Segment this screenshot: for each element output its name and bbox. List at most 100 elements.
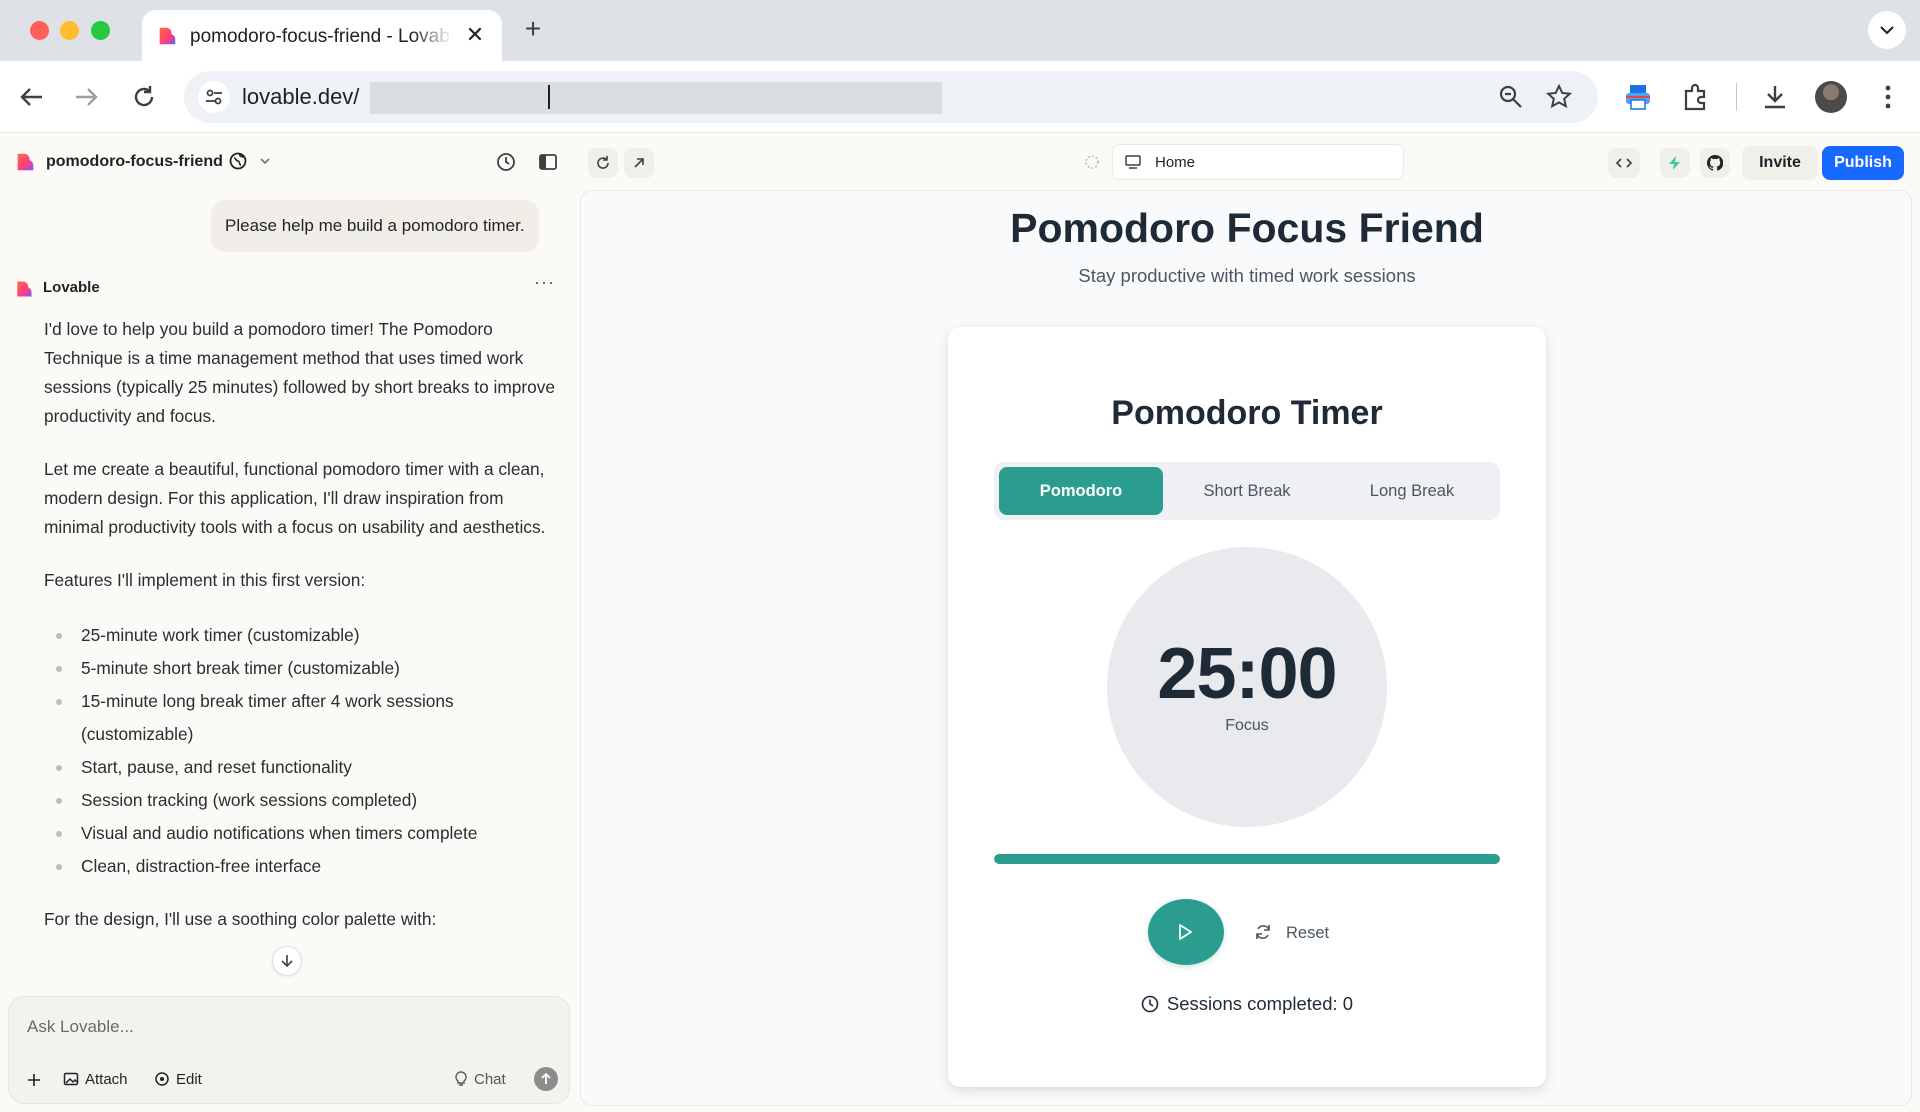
message-paragraph: For the design, I'll use a soothing colo… [44,909,437,929]
kebab-menu-icon[interactable] [1872,81,1904,113]
reset-label: Reset [1286,924,1330,942]
feature-item: 15-minute long break timer after 4 work … [44,685,564,751]
add-button[interactable] [27,1067,47,1093]
tab-short-break[interactable]: Short Break [1165,467,1329,515]
tab-search-button[interactable] [1868,11,1906,49]
reset-button[interactable]: Reset [1254,919,1329,947]
address-bar[interactable]: lovable.dev/ [184,71,1598,123]
new-tab-button[interactable]: + [518,14,548,44]
sidebar-toggle-icon[interactable] [536,150,560,174]
feature-item: Session tracking (work sessions complete… [44,784,564,817]
user-message: Please help me build a pomodoro timer. [211,200,539,252]
back-arrow-icon[interactable] [16,81,48,113]
chat-input[interactable] [27,1013,547,1041]
extension-printer-icon[interactable] [1622,81,1654,113]
loading-spinner-icon [1085,155,1099,169]
tune-icon [206,89,222,105]
window-minimize-button[interactable] [60,21,79,40]
project-name[interactable]: pomodoro-focus-friend [46,153,223,171]
message-paragraph: Let me create a beautiful, functional po… [44,459,546,537]
image-icon [63,1072,79,1086]
chevron-down-icon [1880,26,1894,35]
url-selection-highlight [370,82,942,114]
window-close-button[interactable] [30,21,49,40]
refresh-icon [597,156,609,169]
site-info-button[interactable] [198,81,230,113]
arrow-down-icon [281,955,293,968]
tab-title: pomodoro-focus-friend - Lovable [190,26,452,47]
browser-tab[interactable]: pomodoro-focus-friend - Lovable ✕ [142,10,502,61]
lightbulb-icon [455,1071,467,1086]
history-icon[interactable] [494,150,518,174]
timer-title: Pomodoro Timer [1111,394,1383,432]
browser-tab-bar: pomodoro-focus-friend - Lovable ✕ + [0,0,1920,61]
chat-composer: Attach Edit Chat [8,996,570,1104]
lovable-app: pomodoro-focus-friend Please help me bui… [0,134,1920,1112]
timer-dial: 25:00 Focus [1107,547,1387,827]
open-in-new-tab-button[interactable] [624,148,654,178]
chat-mode-button[interactable]: Chat [454,1067,506,1093]
attach-label: Attach [85,1071,128,1088]
edit-button[interactable]: Edit [154,1067,202,1093]
close-tab-icon[interactable]: ✕ [462,22,488,48]
globe-icon[interactable] [229,152,247,170]
github-icon [1707,155,1723,171]
refresh-icon [1256,925,1270,939]
refresh-preview-button[interactable] [588,148,618,178]
arrow-up-right-icon [634,158,644,168]
arrow-up-icon [541,1072,551,1084]
feature-list: 25-minute work timer (customizable) 5-mi… [44,619,564,883]
play-icon [1179,924,1192,940]
attach-button[interactable]: Attach [63,1067,128,1093]
lovable-heart-icon [17,153,34,171]
forward-arrow-icon[interactable] [70,81,102,113]
lovable-heart-icon [159,27,176,45]
zoom-icon[interactable] [1498,84,1524,110]
assistant-name: Lovable [43,279,100,296]
code-icon [1615,158,1633,168]
text-caret [548,85,550,109]
publish-button[interactable]: Publish [1822,146,1904,180]
timer-progress-bar [994,854,1500,864]
supabase-button[interactable] [1660,148,1690,178]
chevron-down-icon[interactable] [259,156,271,166]
edit-label: Edit [176,1071,202,1088]
sessions-counter: Sessions completed: 0 [948,993,1546,1015]
scroll-to-bottom-button[interactable] [272,946,302,976]
profile-avatar[interactable] [1815,81,1847,113]
chat-header: pomodoro-focus-friend [0,134,570,190]
route-selector[interactable]: Home [1112,144,1404,180]
window-zoom-button[interactable] [91,21,110,40]
monitor-icon [1125,155,1141,169]
reload-icon[interactable] [128,81,160,113]
code-view-button[interactable] [1608,148,1640,178]
lovable-heart-icon [17,281,32,297]
tab-long-break[interactable]: Long Break [1330,467,1494,515]
sessions-text: Sessions completed: 0 [1166,993,1354,1014]
page-subtitle: Stay productive with timed work sessions [1078,265,1416,286]
download-icon[interactable] [1759,81,1791,113]
page-title: Pomodoro Focus Friend [1010,205,1484,251]
preview-header: Home Invite Publish [578,134,1920,190]
send-button[interactable] [534,1067,558,1091]
url-text[interactable]: lovable.dev/ [242,84,359,110]
clock-icon [1141,995,1159,1013]
github-button[interactable] [1700,148,1730,178]
bookmark-star-icon[interactable] [1546,84,1572,110]
chat-mode-label: Chat [474,1071,506,1088]
browser-toolbar: lovable.dev/ [0,61,1920,133]
invite-button[interactable]: Invite [1742,146,1818,180]
feature-item: 25-minute work timer (customizable) [44,619,564,652]
tab-pomodoro[interactable]: Pomodoro [999,467,1163,515]
mode-tabs: Pomodoro Short Break Long Break [994,462,1500,520]
feature-item: Start, pause, and reset functionality [44,751,564,784]
start-button[interactable] [1148,899,1224,965]
plus-icon [28,1074,40,1086]
message-more-icon[interactable]: ··· [534,272,555,293]
extensions-puzzle-icon[interactable] [1680,81,1712,113]
bolt-icon [1669,156,1680,170]
feature-item: 5-minute short break timer (customizable… [44,652,564,685]
message-paragraph: I'd love to help you build a pomodoro ti… [44,319,555,426]
app-preview: Pomodoro Focus Friend Stay productive wi… [580,190,1912,1106]
progress-fill [994,854,1500,864]
